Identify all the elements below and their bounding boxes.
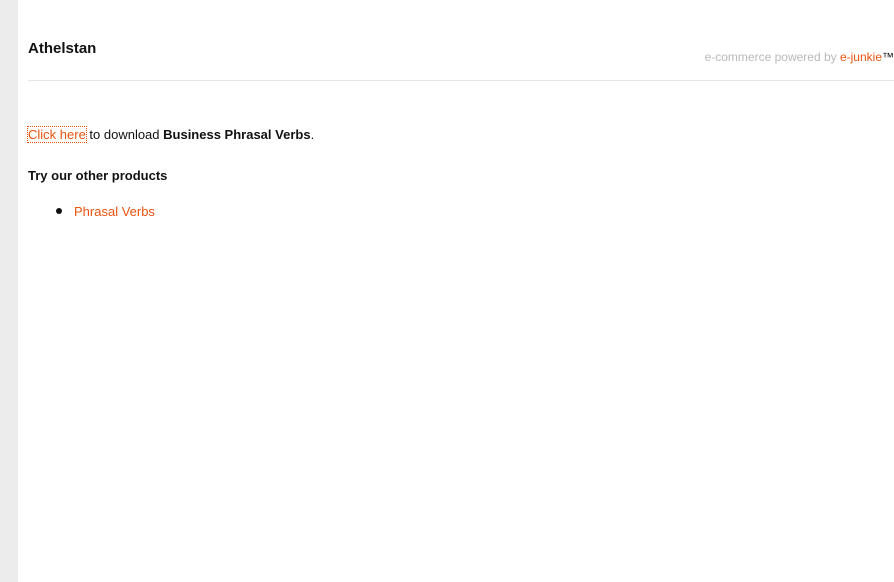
e-junkie-link[interactable]: e-junkie xyxy=(840,50,882,64)
download-message: Click here to download Business Phrasal … xyxy=(27,126,315,143)
left-side-strip xyxy=(0,0,18,582)
product-link-phrasal-verbs[interactable]: Phrasal Verbs xyxy=(74,204,155,219)
store-name: Athelstan xyxy=(28,40,97,57)
other-products-list: Phrasal Verbs xyxy=(52,203,155,221)
download-product-name: Business Phrasal Verbs xyxy=(163,127,311,142)
other-products-heading: Try our other products xyxy=(28,168,168,183)
click-here-download-link[interactable]: Click here xyxy=(27,126,87,143)
powered-by-text: e-commerce powered by xyxy=(704,50,840,64)
download-message-end: . xyxy=(310,127,315,142)
powered-by: e-commerce powered by e-junkie™ xyxy=(705,50,894,64)
bullet-icon xyxy=(56,208,62,214)
download-message-text: to download xyxy=(85,127,164,142)
list-item: Phrasal Verbs xyxy=(52,203,155,221)
page-header: Athelstan e-commerce powered by e-junkie… xyxy=(28,38,894,81)
trademark-symbol: ™ xyxy=(882,50,894,64)
